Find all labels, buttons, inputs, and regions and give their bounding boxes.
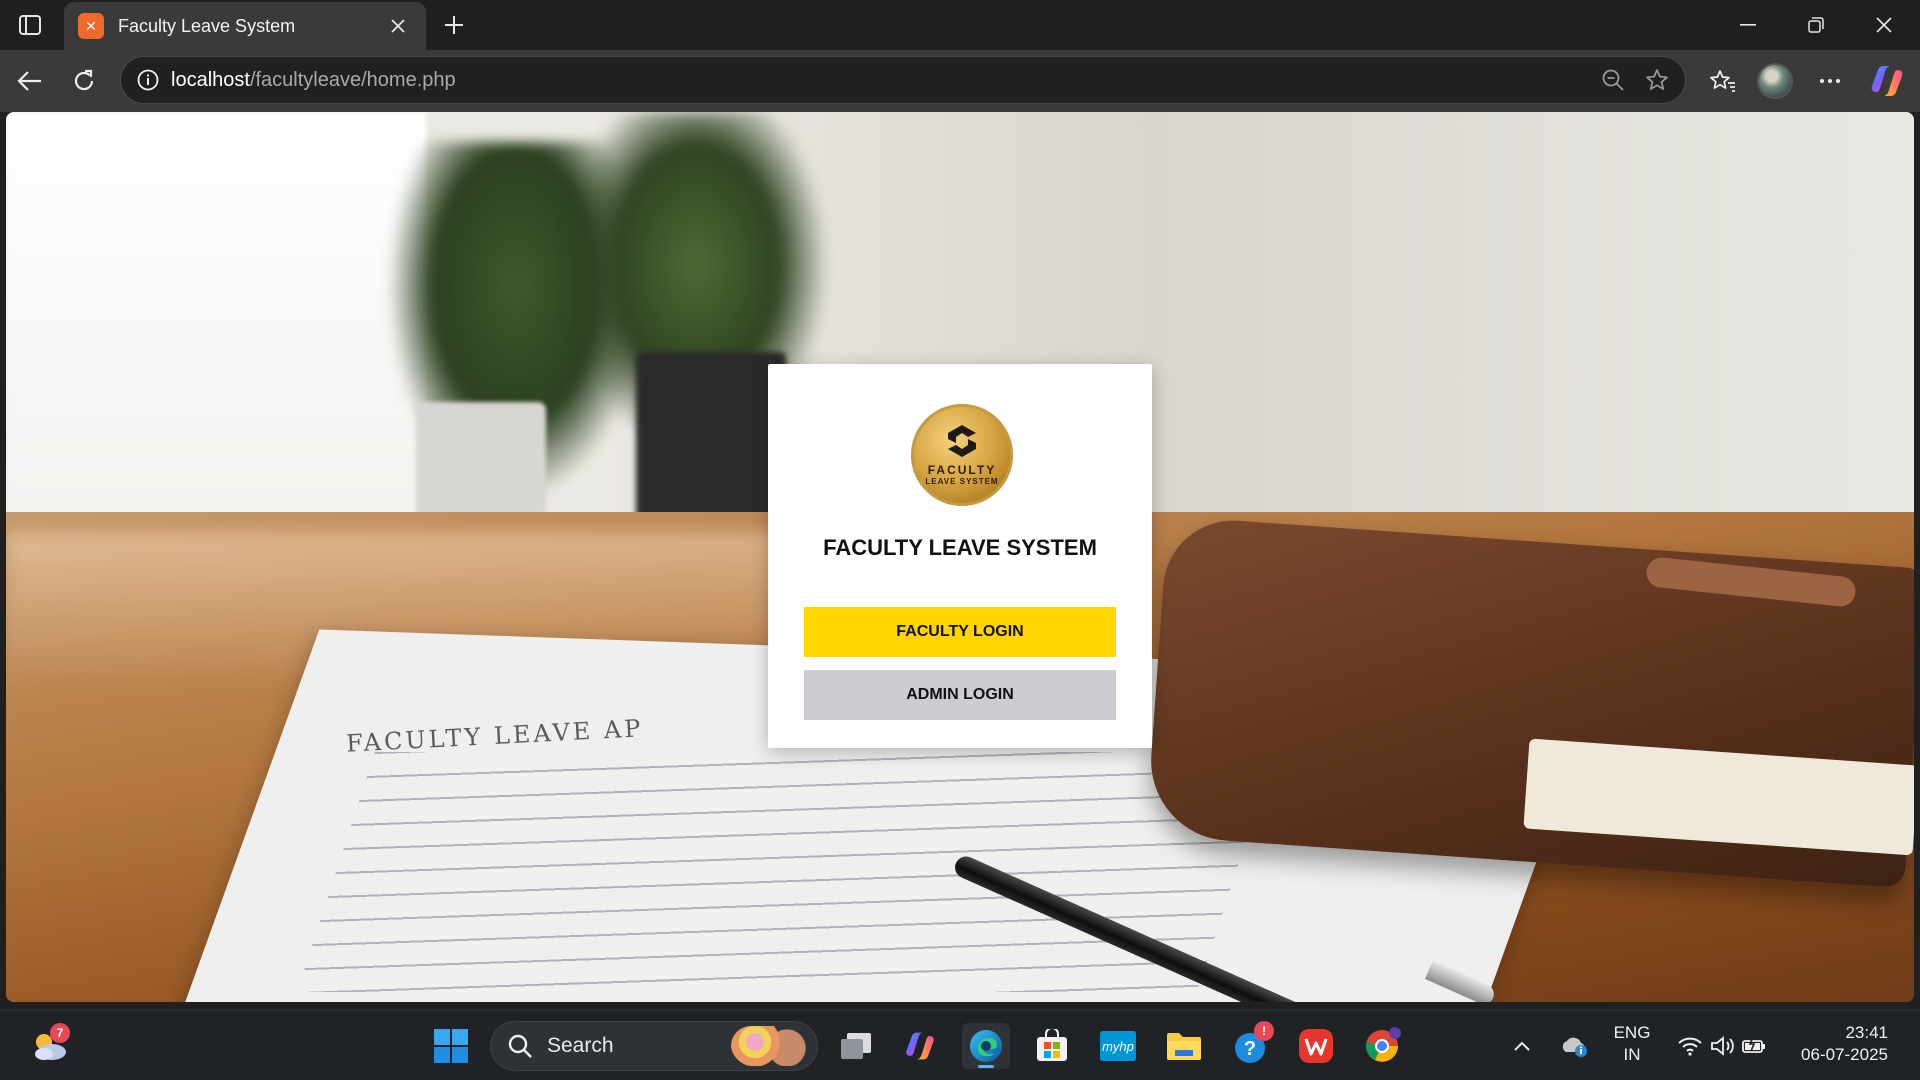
language-line1: ENG	[1613, 1023, 1651, 1042]
admin-login-button[interactable]: ADMIN LOGIN	[804, 670, 1116, 720]
browser-titlebar: ✕ Faculty Leave System	[0, 0, 1920, 50]
search-icon	[508, 1034, 532, 1058]
show-hidden-icons-chevron-icon[interactable]	[1502, 1023, 1542, 1069]
weather-widget-icon[interactable]: 7	[24, 1023, 76, 1069]
edge-browser-icon[interactable]	[962, 1023, 1010, 1069]
get-help-icon[interactable]: ? !	[1226, 1021, 1274, 1069]
more-options-icon[interactable]	[1809, 60, 1851, 102]
tab-close-icon[interactable]	[384, 12, 412, 40]
search-highlight-image	[731, 1026, 811, 1066]
favorites-icon[interactable]	[1702, 60, 1744, 102]
copilot-icon[interactable]	[1868, 62, 1906, 100]
faculty-login-button[interactable]: FACULTY LOGIN	[804, 607, 1116, 657]
language-line2: IN	[1623, 1045, 1641, 1064]
volume-icon	[1711, 1036, 1734, 1056]
url-host: localhost	[171, 68, 250, 91]
refresh-icon[interactable]	[63, 60, 105, 102]
url-text[interactable]: localhost/facultyleave/home.php	[171, 69, 1591, 92]
start-windows-icon[interactable]	[427, 1023, 475, 1069]
profile-avatar[interactable]	[1757, 63, 1793, 99]
taskbar-search[interactable]: Search	[490, 1021, 818, 1071]
tab-actions-icon[interactable]	[12, 8, 48, 42]
quick-settings-button[interactable]	[1670, 1023, 1774, 1069]
new-tab-icon[interactable]	[436, 8, 472, 42]
site-info-icon[interactable]	[133, 65, 163, 95]
close-window-icon[interactable]	[1850, 0, 1918, 50]
background-window	[6, 112, 426, 542]
clock-date: 06-07-2025	[1801, 1045, 1888, 1064]
login-card: FACULTY LEAVE SYSTEM FACULTY LEAVE SYSTE…	[768, 364, 1152, 748]
task-view-icon[interactable]	[832, 1023, 880, 1069]
url-path: /facultyleave/home.php	[249, 68, 456, 91]
onedrive-status-icon[interactable]	[1552, 1023, 1596, 1069]
wps-office-icon[interactable]	[1292, 1023, 1340, 1069]
search-label: Search	[547, 1034, 614, 1057]
clock[interactable]: 23:41 06-07-2025	[1782, 1022, 1912, 1066]
faculty-leave-logo: FACULTY LEAVE SYSTEM	[911, 404, 1013, 506]
clock-time: 23:41	[1845, 1023, 1888, 1042]
browser-toolbar: localhost/facultyleave/home.php	[0, 50, 1920, 112]
microsoft-store-icon[interactable]	[1028, 1023, 1076, 1069]
myhp-icon[interactable]: myhp	[1094, 1023, 1142, 1069]
weather-badge: 7	[50, 1023, 70, 1043]
tab-title: Faculty Leave System	[118, 15, 296, 36]
back-icon[interactable]	[9, 60, 51, 102]
xampp-favicon-icon: ✕	[78, 13, 104, 39]
logo-text-leave-system: LEAVE SYSTEM	[925, 476, 999, 486]
minimize-icon[interactable]	[1714, 0, 1782, 50]
favorite-star-icon[interactable]	[1635, 58, 1679, 102]
svg-text:?: ?	[1244, 1038, 1256, 1060]
svg-text:myhp: myhp	[1102, 1039, 1134, 1054]
browser-tab[interactable]: ✕ Faculty Leave System	[64, 2, 426, 50]
chrome-icon[interactable]	[1358, 1023, 1406, 1069]
copilot-app-icon[interactable]	[896, 1023, 944, 1069]
wifi-icon	[1678, 1037, 1702, 1056]
logo-text-faculty: FACULTY	[927, 462, 997, 477]
address-bar[interactable]: localhost/facultyleave/home.php	[120, 56, 1686, 104]
page-title: FACULTY LEAVE SYSTEM	[823, 535, 1097, 560]
restore-icon[interactable]	[1782, 0, 1850, 50]
page-viewport: FACULTY LEAVE AP FACULTY LEAVE SYSTEM FA…	[6, 112, 1914, 1002]
windows-taskbar: 7 Search myhp ? ! ENG IN 23:41 06-07-202…	[0, 1010, 1920, 1080]
background-form-lines	[297, 752, 1275, 992]
logo-mark-icon	[948, 424, 976, 457]
zoom-out-icon[interactable]	[1591, 58, 1635, 102]
help-badge: !	[1254, 1021, 1274, 1041]
file-explorer-icon[interactable]	[1160, 1023, 1208, 1069]
battery-charging-icon	[1742, 1036, 1765, 1053]
language-indicator[interactable]: ENG IN	[1604, 1022, 1660, 1066]
